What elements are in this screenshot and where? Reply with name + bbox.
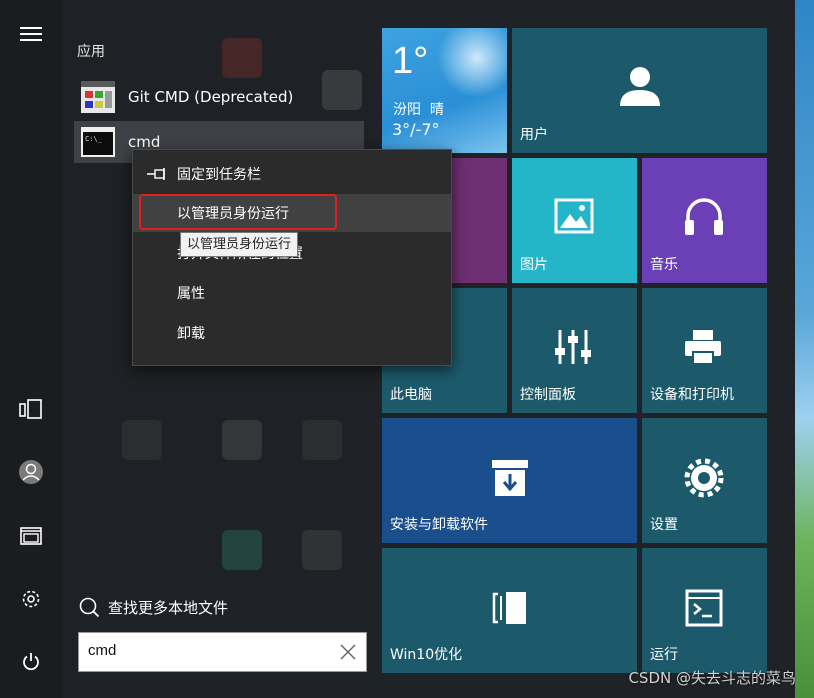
highlight-annotation-box [139, 194, 337, 230]
photos-icon [554, 198, 594, 234]
documents-icon [20, 527, 42, 545]
background-app-icon [302, 420, 342, 460]
background-app-icon [122, 420, 162, 460]
watermark: CSDN @失去斗志的菜鸟 [628, 669, 796, 687]
tablet-icon [19, 399, 42, 419]
weather-location: 汾阳 晴 [393, 99, 444, 119]
menu-item-properties[interactable]: 属性 [133, 274, 451, 312]
sun-glow [437, 28, 507, 98]
weather-city: 汾阳 [393, 102, 421, 118]
weather-temperature: 1° [392, 40, 429, 82]
tile-user[interactable]: 用户 [512, 28, 767, 153]
tablet-mode-button[interactable] [14, 392, 48, 426]
tile-win10-optimize[interactable]: Win10优化 [382, 548, 637, 673]
search-input[interactable]: cmd [78, 632, 367, 672]
tile-label: 设备和打印机 [650, 387, 734, 403]
pin-icon [147, 168, 165, 180]
hamburger-menu-button[interactable] [14, 17, 48, 51]
control-panel-icon [555, 330, 591, 364]
git-cmd-icon [81, 81, 115, 113]
cmd-console-icon: C:\_ [81, 127, 115, 157]
menu-item-uninstall[interactable]: 卸载 [133, 314, 451, 352]
search-local-files-label: 查找更多本地文件 [108, 598, 229, 617]
tile-label: 设置 [650, 517, 678, 533]
background-app-icon [222, 420, 262, 460]
tile-label: Win10优化 [390, 647, 463, 663]
tile-control-panel[interactable]: 控制面板 [512, 288, 637, 413]
tile-run[interactable]: 运行 [642, 548, 767, 673]
app-item-git-cmd[interactable]: Git CMD (Deprecated) [74, 76, 364, 118]
apps-section-label: 应用 [77, 44, 105, 60]
tile-weather[interactable]: 1° 汾阳 晴 3°/-7° [382, 28, 507, 153]
install-box-icon [492, 460, 528, 496]
tile-devices-printers[interactable]: 设备和打印机 [642, 288, 767, 413]
power-icon [23, 653, 39, 671]
tile-music[interactable]: 音乐 [642, 158, 767, 283]
tooltip: 以管理员身份运行 [180, 232, 299, 257]
menu-item-label: 卸载 [177, 326, 205, 342]
tile-label: 此电脑 [390, 387, 432, 403]
weather-condition: 晴 [429, 102, 444, 118]
tile-settings[interactable]: 设置 [642, 418, 767, 543]
menu-item-label: 固定到任务栏 [177, 167, 261, 183]
power-button[interactable] [14, 645, 48, 679]
tile-label: 安装与卸载软件 [390, 517, 488, 533]
gear-icon [22, 590, 40, 608]
desktop-background [795, 0, 814, 698]
headphones-icon [685, 198, 723, 235]
background-app-icon [222, 530, 262, 570]
tile-photos[interactable]: 图片 [512, 158, 637, 283]
search-local-files-link[interactable]: 查找更多本地文件 [78, 596, 228, 618]
settings-rail-button[interactable] [14, 582, 48, 616]
user-icon [620, 67, 660, 106]
menu-item-pin-to-taskbar[interactable]: 固定到任务栏 [133, 155, 451, 193]
user-avatar-icon [19, 460, 43, 484]
start-rail [0, 0, 62, 698]
context-menu: 固定到任务栏 以管理员身份运行 打开文件所在的位置 属性 卸载 [132, 149, 452, 366]
tile-label: 用户 [520, 127, 548, 143]
tile-label: 控制面板 [520, 387, 576, 403]
tile-label: 图片 [520, 257, 548, 273]
weather-range: 3°/-7° [392, 120, 440, 139]
printer-icon [685, 330, 721, 365]
background-app-icon [222, 38, 262, 78]
menu-item-label: 属性 [177, 286, 205, 302]
documents-button[interactable] [14, 518, 48, 552]
settings-gear-icon [684, 458, 724, 498]
tile-label: 运行 [650, 647, 678, 663]
background-app-icon [302, 530, 342, 570]
start-menu: xplorer 应用 Git CMD (Depreca [0, 0, 795, 698]
clear-search-icon[interactable] [338, 642, 358, 662]
run-icon [685, 589, 723, 627]
search-input-value: cmd [88, 642, 117, 659]
svg-text:C:\_: C:\_ [85, 135, 103, 143]
optimize-icon [492, 592, 526, 624]
search-icon [79, 597, 100, 618]
app-label: Git CMD (Deprecated) [128, 88, 294, 106]
tile-label: 音乐 [650, 257, 678, 273]
hamburger-icon [20, 27, 42, 41]
tile-install-uninstall[interactable]: 安装与卸载软件 [382, 418, 637, 543]
account-button[interactable] [14, 455, 48, 489]
